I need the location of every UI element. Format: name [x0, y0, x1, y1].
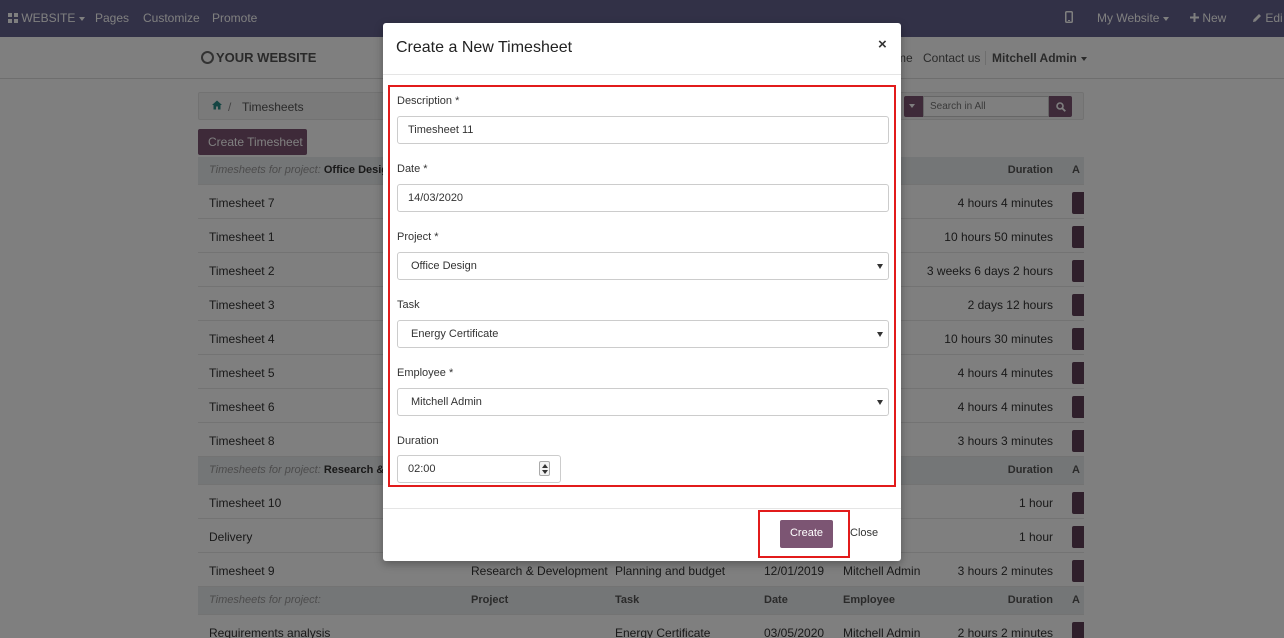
description-input[interactable]: Timesheet 11	[397, 116, 889, 144]
modal-title: Create a New Timesheet	[396, 39, 573, 56]
chevron-down-icon	[877, 400, 883, 405]
spin-up-icon[interactable]	[542, 464, 548, 468]
employee-label: Employee *	[397, 367, 454, 379]
date-input[interactable]: 14/03/2020	[397, 184, 889, 212]
employee-selected-value: Mitchell Admin	[411, 396, 482, 408]
task-selected-value: Energy Certificate	[411, 328, 499, 340]
project-selected-value: Office Design	[411, 260, 477, 272]
chevron-down-icon	[877, 332, 883, 337]
close-button[interactable]: Close	[850, 527, 878, 539]
create-timesheet-dialog: Create a New Timesheet × Description * T…	[383, 23, 901, 561]
create-button[interactable]: Create	[780, 520, 833, 548]
description-label: Description *	[397, 95, 460, 107]
duration-stepper[interactable]	[539, 461, 550, 476]
spin-down-icon[interactable]	[542, 470, 548, 474]
project-label: Project *	[397, 231, 439, 243]
project-select[interactable]: Office Design	[397, 252, 889, 280]
duration-label: Duration	[397, 435, 439, 447]
modal-header: Create a New Timesheet ×	[383, 23, 901, 75]
task-label: Task	[397, 299, 420, 311]
chevron-down-icon	[877, 264, 883, 269]
timesheet-form-highlight: Description * Timesheet 11 Date * 14/03/…	[388, 85, 896, 487]
employee-select[interactable]: Mitchell Admin	[397, 388, 889, 416]
date-label: Date *	[397, 163, 428, 175]
task-select[interactable]: Energy Certificate	[397, 320, 889, 348]
duration-input[interactable]: 02:00	[397, 455, 561, 483]
close-icon[interactable]: ×	[878, 36, 887, 53]
duration-value: 02:00	[408, 463, 436, 475]
